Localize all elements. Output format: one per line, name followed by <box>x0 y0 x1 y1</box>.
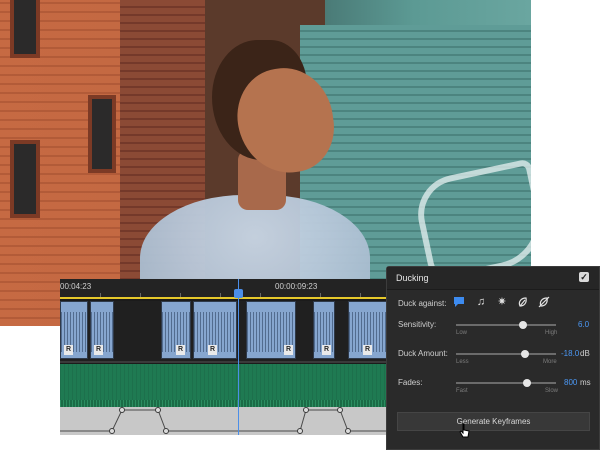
dialogue-icon[interactable] <box>453 296 465 308</box>
auto-match-icon[interactable] <box>538 296 550 308</box>
keyframe-point[interactable] <box>155 407 161 413</box>
ambience-icon[interactable] <box>517 296 529 308</box>
duck-amount-slider-handle[interactable] <box>521 350 529 358</box>
playhead-handle[interactable] <box>234 289 243 298</box>
fades-slider[interactable] <box>456 379 556 387</box>
sensitivity-slider-handle[interactable] <box>519 321 527 329</box>
playhead-line[interactable] <box>238 279 239 435</box>
dialogue-clip[interactable]: R <box>246 301 296 359</box>
duck-amount-label: Duck Amount: <box>398 349 448 358</box>
clip-badge: R <box>322 345 331 355</box>
fades-max-label: Slow <box>545 388 559 394</box>
keyframe-point[interactable] <box>297 428 303 434</box>
fades-value[interactable]: 800 <box>564 378 577 387</box>
building-window <box>88 95 116 173</box>
keyframe-point[interactable] <box>345 428 351 434</box>
panel-header: Ducking ✓ <box>387 267 599 290</box>
duck-against-label: Duck against: <box>398 299 447 308</box>
clip-badge: R <box>176 345 185 355</box>
clip-badge: R <box>363 345 372 355</box>
volume-keyframe-lane[interactable] <box>60 407 420 435</box>
clip-badge: R <box>208 345 217 355</box>
duck-amount-max-label: More <box>543 359 557 365</box>
clip-badge: R <box>94 345 103 355</box>
keyframe-point[interactable] <box>163 428 169 434</box>
building-window <box>10 0 40 58</box>
dialogue-clip[interactable]: R <box>348 301 388 359</box>
dialogue-clip[interactable]: R <box>90 301 114 359</box>
keyframe-point[interactable] <box>119 407 125 413</box>
keyframe-point[interactable] <box>109 428 115 434</box>
dialogue-clip[interactable]: R <box>161 301 191 359</box>
timecode-start: 00:04:23 <box>60 282 92 291</box>
dialogue-track[interactable]: R R R R R R R <box>60 301 420 361</box>
panel-title: Ducking <box>396 273 429 283</box>
dialogue-clip[interactable]: R <box>313 301 335 359</box>
ducking-panel: Ducking ✓ Duck against: ♫ ✷ Sensitivity:… <box>386 266 600 450</box>
track-separator <box>60 361 420 363</box>
keyframe-line <box>60 407 420 434</box>
sensitivity-min-label: Low <box>456 330 468 336</box>
fades-unit: ms <box>580 378 591 387</box>
generate-keyframes-button[interactable]: Generate Keyframes <box>397 412 590 431</box>
ducking-enable-checkbox[interactable]: ✓ <box>579 272 589 282</box>
sensitivity-value[interactable]: 6.0 <box>578 320 589 329</box>
duck-amount-value[interactable]: -18.0 <box>561 349 579 358</box>
sensitivity-slider[interactable] <box>456 321 556 329</box>
clip-badge: R <box>64 345 73 355</box>
dialogue-clip[interactable]: R <box>193 301 237 359</box>
sensitivity-label: Sensitivity: <box>398 320 437 329</box>
fades-slider-handle[interactable] <box>523 379 531 387</box>
timecode-mid: 00:00:09:23 <box>275 282 318 291</box>
music-icon[interactable]: ♫ <box>475 296 487 308</box>
duck-amount-unit: dB <box>580 349 590 358</box>
keyframe-point[interactable] <box>303 407 309 413</box>
clip-badge: R <box>284 345 293 355</box>
duck-amount-slider[interactable] <box>456 350 556 358</box>
duck-amount-min-label: Less <box>456 359 469 365</box>
fades-min-label: Fast <box>456 388 468 394</box>
building-window <box>10 140 40 218</box>
sfx-icon[interactable]: ✷ <box>496 296 508 308</box>
sensitivity-max-label: High <box>545 330 558 336</box>
timeline-panel[interactable]: 00:04:23 00:00:09:23 R R R R R R R <box>60 279 420 435</box>
mouse-cursor-icon <box>459 423 470 438</box>
fades-label: Fades: <box>398 378 423 387</box>
keyframe-point[interactable] <box>337 407 343 413</box>
dialogue-clip[interactable]: R <box>60 301 88 359</box>
